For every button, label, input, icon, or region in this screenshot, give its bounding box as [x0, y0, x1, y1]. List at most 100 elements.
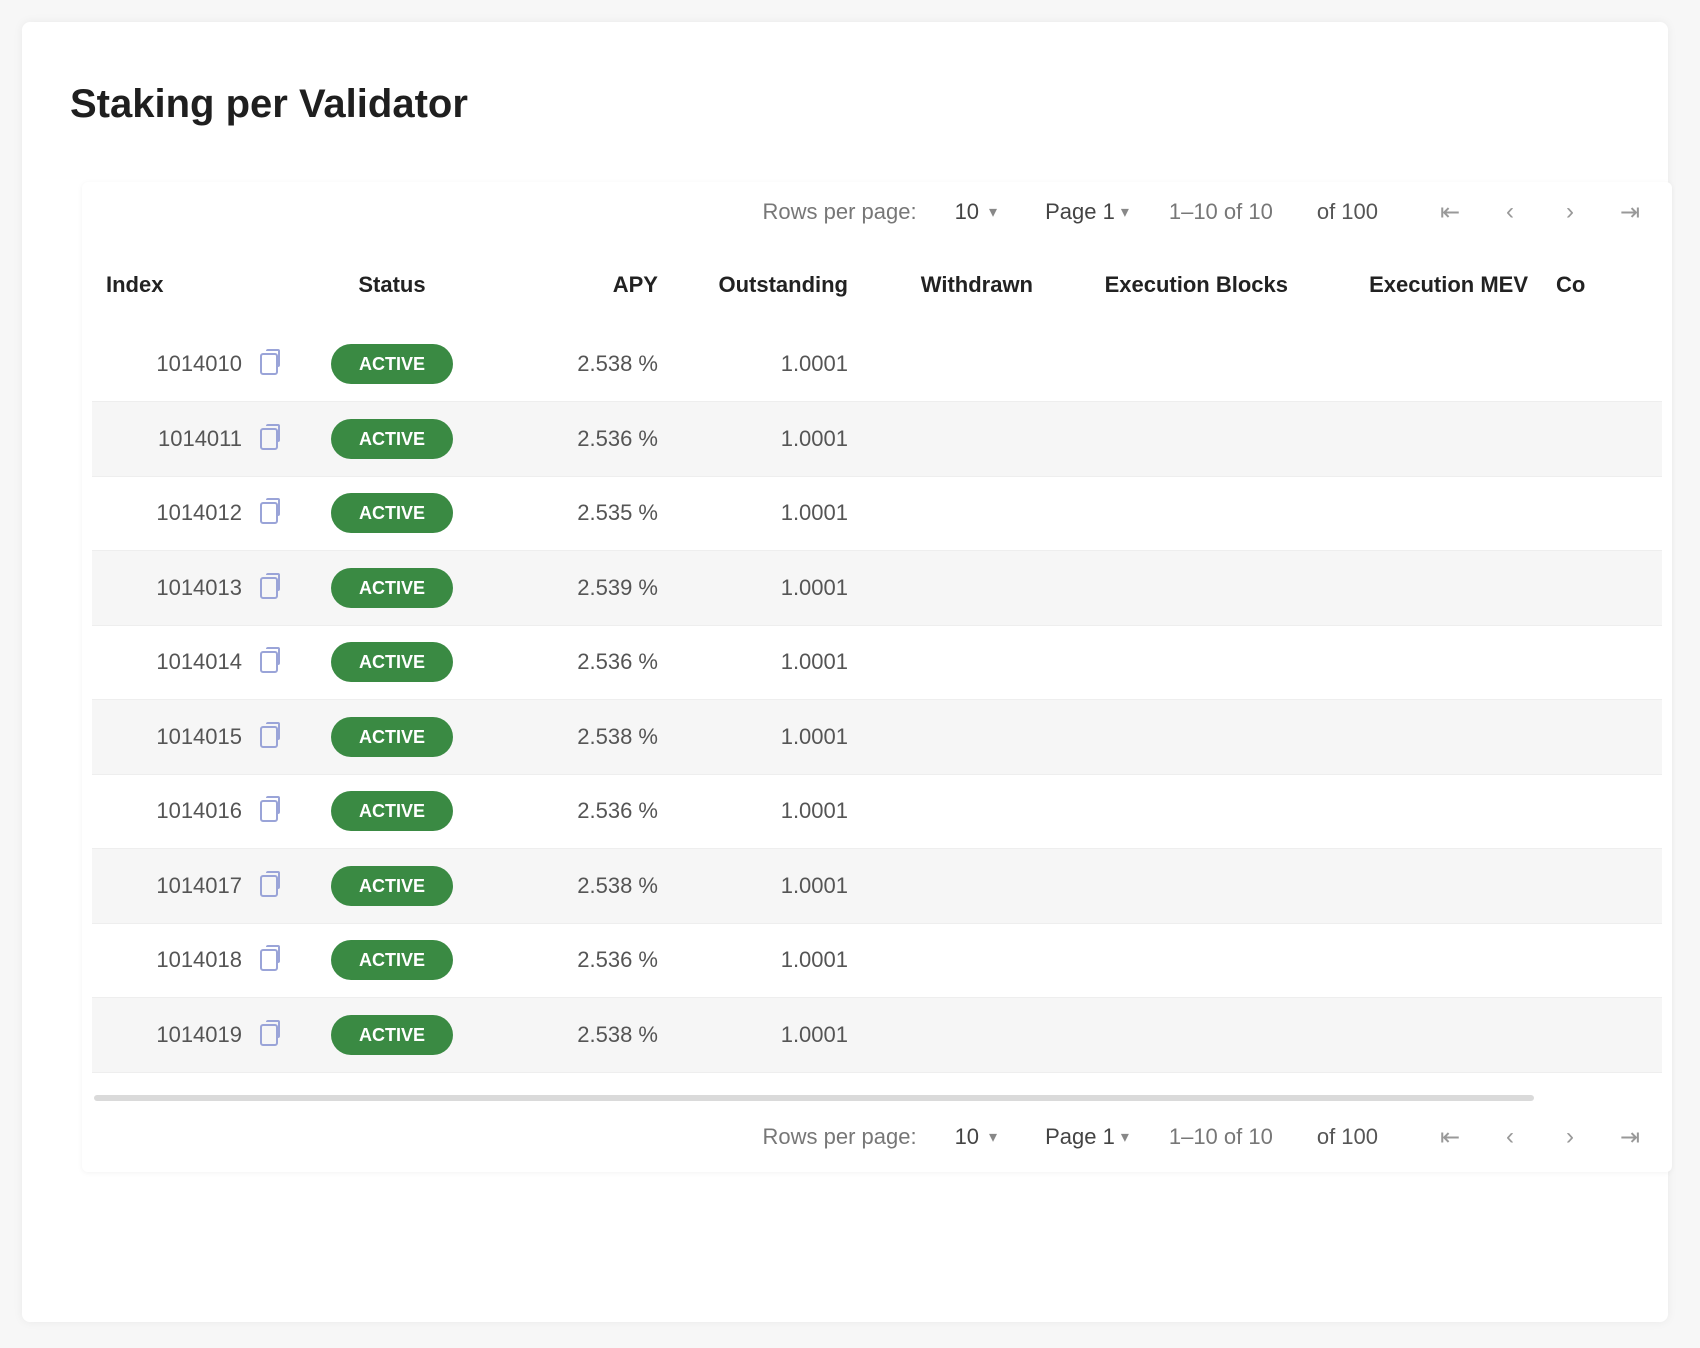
cell-execution-mev	[1302, 923, 1542, 998]
column-header-more[interactable]: Co	[1542, 242, 1662, 327]
copy-icon[interactable]	[260, 423, 280, 450]
cell-execution-blocks	[1047, 923, 1302, 998]
page-select[interactable]: Page 1 ▾	[1045, 1124, 1129, 1150]
prev-page-icon[interactable]: ‹	[1488, 1115, 1532, 1159]
validator-index[interactable]: 1014011	[158, 426, 242, 452]
cell-index: 1014016	[92, 774, 292, 849]
cell-status: ACTIVE	[292, 848, 492, 924]
status-badge: ACTIVE	[331, 940, 453, 981]
cell-execution-mev	[1302, 625, 1542, 700]
cell-execution-blocks	[1047, 476, 1302, 551]
validator-index[interactable]: 1014019	[156, 1022, 242, 1048]
copy-icon[interactable]	[260, 572, 280, 599]
cell-index: 1014019	[92, 997, 292, 1073]
chevron-down-icon: ▾	[989, 1129, 998, 1146]
cell-withdrawn	[862, 774, 1047, 849]
validator-index[interactable]: 1014012	[156, 500, 242, 526]
validator-index[interactable]: 1014015	[156, 724, 242, 750]
table-row: 1014018 ACTIVE 2.536 % 1.0001	[92, 923, 1662, 998]
cell-more	[1542, 699, 1662, 775]
column-header-index[interactable]: Index	[92, 242, 292, 327]
cell-apy: 2.535 %	[492, 476, 672, 551]
status-badge: ACTIVE	[331, 567, 453, 608]
validator-index[interactable]: 1014010	[156, 351, 242, 377]
status-badge: ACTIVE	[331, 344, 453, 384]
next-page-icon[interactable]: ›	[1548, 1115, 1592, 1159]
cell-execution-blocks	[1047, 550, 1302, 626]
status-badge: ACTIVE	[331, 716, 453, 757]
cell-withdrawn	[862, 550, 1047, 626]
cell-status: ACTIVE	[292, 625, 492, 700]
copy-icon[interactable]	[260, 349, 280, 375]
table-row: 1014015 ACTIVE 2.538 % 1.0001	[92, 699, 1662, 775]
pagination-top: Rows per page: 10 ▾ Page 1 ▾ 1–10 of 10 …	[762, 182, 1652, 242]
copy-icon[interactable]	[260, 721, 280, 748]
cell-execution-mev	[1302, 550, 1542, 626]
prev-page-icon[interactable]: ‹	[1488, 190, 1532, 234]
table-row: 1014013 ACTIVE 2.539 % 1.0001	[92, 550, 1662, 626]
rows-per-page-label: Rows per page:	[762, 1124, 917, 1149]
rows-per-page-select[interactable]: 10 ▾	[947, 195, 1006, 229]
cell-outstanding: 1.0001	[672, 699, 862, 775]
first-page-icon[interactable]: ⇤	[1428, 190, 1472, 234]
column-header-outstanding[interactable]: Outstanding	[672, 242, 862, 327]
cell-execution-blocks	[1047, 997, 1302, 1073]
cell-outstanding: 1.0001	[672, 923, 862, 998]
cell-status: ACTIVE	[292, 774, 492, 849]
rows-per-page-select[interactable]: 10 ▾	[947, 1120, 1006, 1154]
table-scroll-area[interactable]: Index Status APY Outstanding Withdrawn E…	[92, 242, 1662, 1102]
pagination-range: 1–10 of 10	[1168, 1124, 1273, 1149]
column-header-execution-mev[interactable]: Execution MEV	[1302, 242, 1542, 327]
first-page-icon[interactable]: ⇤	[1428, 1115, 1472, 1159]
copy-icon[interactable]	[260, 945, 280, 972]
table-row: 1014011 ACTIVE 2.536 % 1.0001	[92, 401, 1662, 477]
cell-outstanding: 1.0001	[672, 625, 862, 700]
cell-outstanding: 1.0001	[672, 327, 862, 402]
copy-icon[interactable]	[260, 1019, 280, 1046]
copy-icon[interactable]	[260, 647, 280, 674]
table-row: 1014016 ACTIVE 2.536 % 1.0001	[92, 774, 1662, 849]
cell-status: ACTIVE	[292, 327, 492, 402]
column-header-withdrawn[interactable]: Withdrawn	[862, 242, 1047, 327]
cell-withdrawn	[862, 625, 1047, 700]
copy-icon[interactable]	[260, 796, 280, 823]
chevron-down-icon: ▾	[989, 204, 998, 221]
validator-index[interactable]: 1014014	[156, 649, 242, 675]
status-badge: ACTIVE	[331, 865, 453, 906]
cell-execution-mev	[1302, 699, 1542, 775]
validator-index[interactable]: 1014018	[156, 947, 242, 973]
validator-index[interactable]: 1014013	[156, 575, 242, 601]
copy-icon[interactable]	[260, 870, 280, 897]
page-title: Staking per Validator	[70, 82, 468, 126]
last-page-icon[interactable]: ⇥	[1608, 190, 1652, 234]
page-select[interactable]: Page 1 ▾	[1045, 199, 1129, 225]
cell-more	[1542, 848, 1662, 924]
validator-index[interactable]: 1014016	[156, 798, 242, 824]
cell-more	[1542, 327, 1662, 402]
validator-table: Index Status APY Outstanding Withdrawn E…	[92, 242, 1662, 1073]
column-header-apy[interactable]: APY	[492, 242, 672, 327]
next-page-icon[interactable]: ›	[1548, 190, 1592, 234]
status-badge: ACTIVE	[331, 1014, 453, 1055]
cell-execution-mev	[1302, 997, 1542, 1073]
validator-table-panel: Rows per page: 10 ▾ Page 1 ▾ 1–10 of 10 …	[82, 182, 1672, 1172]
status-badge: ACTIVE	[331, 493, 453, 534]
cell-withdrawn	[862, 848, 1047, 924]
column-header-status[interactable]: Status	[292, 242, 492, 327]
cell-apy: 2.538 %	[492, 699, 672, 775]
copy-icon[interactable]	[260, 498, 280, 525]
column-header-execution-blocks[interactable]: Execution Blocks	[1047, 242, 1302, 327]
cell-apy: 2.538 %	[492, 997, 672, 1073]
last-page-icon[interactable]: ⇥	[1608, 1115, 1652, 1159]
cell-execution-mev	[1302, 774, 1542, 849]
main-card: Staking per Validator Rows per page: 10 …	[22, 22, 1672, 1322]
cell-index: 1014015	[92, 699, 292, 775]
cell-outstanding: 1.0001	[672, 997, 862, 1073]
horizontal-scrollbar[interactable]	[94, 1095, 1534, 1101]
pagination-total: of 100	[1316, 199, 1378, 224]
cell-apy: 2.538 %	[492, 848, 672, 924]
cell-index: 1014013	[92, 550, 292, 626]
table-row: 1014017 ACTIVE 2.538 % 1.0001	[92, 848, 1662, 924]
page-select-value: Page 1	[1045, 199, 1115, 224]
validator-index[interactable]: 1014017	[156, 873, 242, 899]
